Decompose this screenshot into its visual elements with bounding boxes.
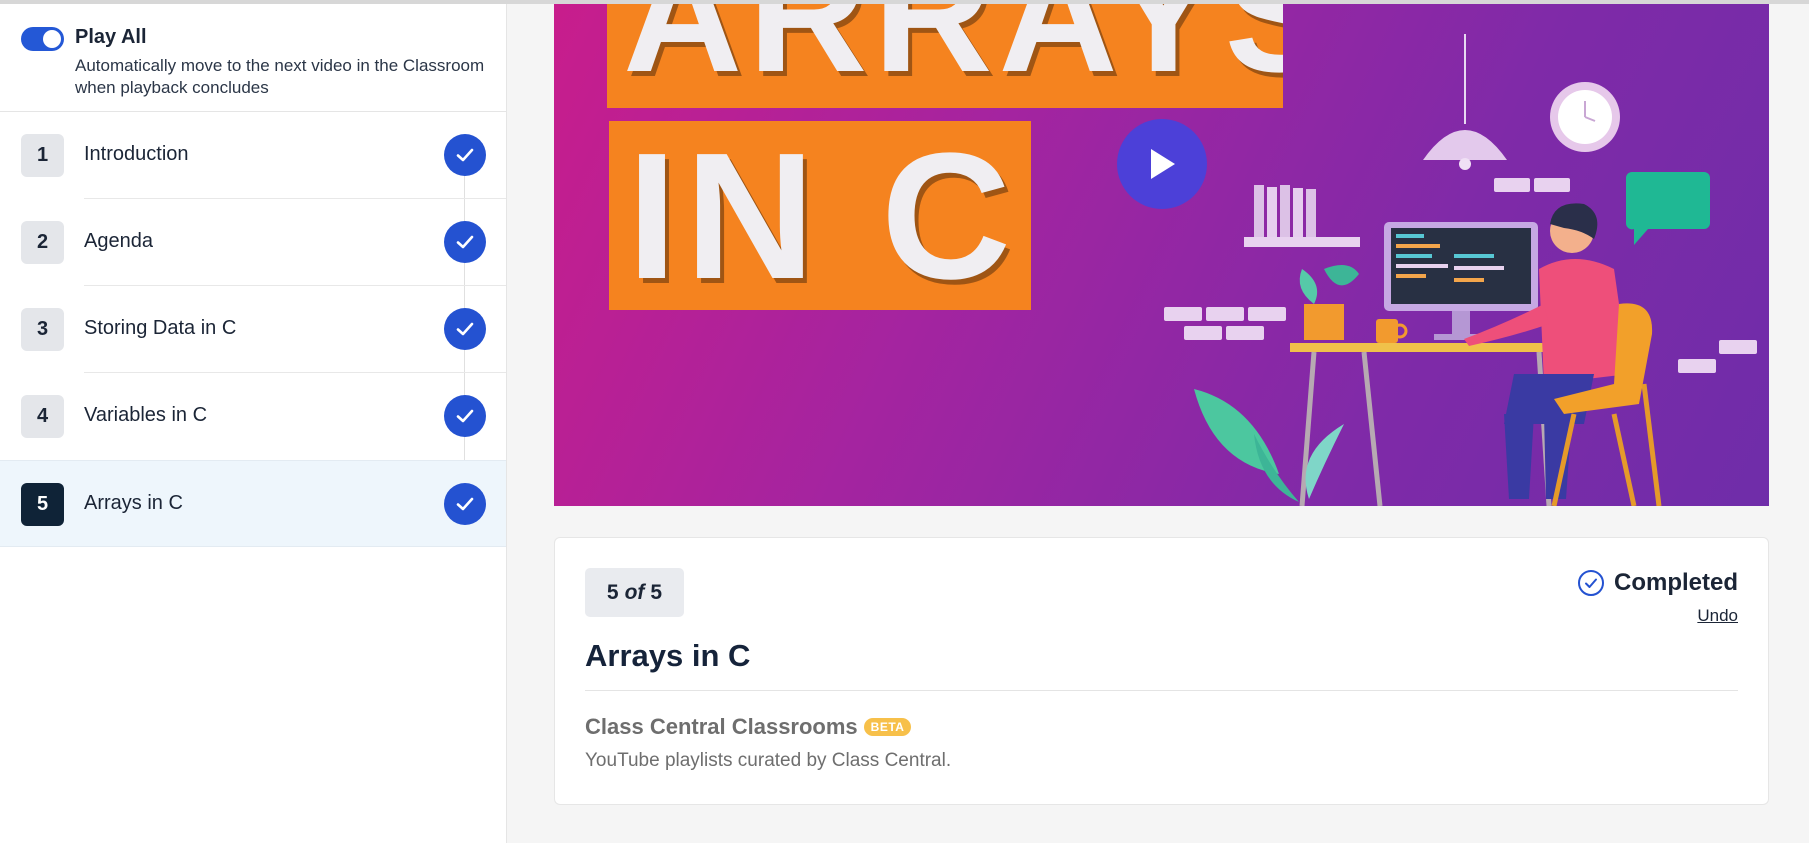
play-icon <box>1151 149 1175 179</box>
source-description: YouTube playlists curated by Class Centr… <box>585 750 952 771</box>
item-label: Variables in C <box>84 404 208 426</box>
item-number: 3 <box>21 308 64 351</box>
toggle-knob <box>43 30 61 48</box>
check-circle-icon <box>1577 570 1604 596</box>
item-label: Agenda <box>84 230 153 252</box>
play-all-toggle[interactable] <box>21 27 64 51</box>
playlist-item-3[interactable]: 3 Storing Data in C <box>0 286 506 373</box>
completed-status: Completed <box>1577 569 1738 597</box>
video-title: Arrays in C <box>585 638 751 673</box>
position-current: 5 <box>606 580 619 604</box>
item-number: 2 <box>21 221 64 264</box>
item-label: Storing Data in C <box>84 317 237 339</box>
play-all-title: Play All <box>75 26 147 48</box>
undo-link[interactable]: Undo <box>1697 606 1738 626</box>
source-name: Class Central Classrooms <box>585 714 858 739</box>
playlist-item-2[interactable]: 2 Agenda <box>0 199 506 286</box>
check-icon[interactable] <box>444 395 486 437</box>
check-icon[interactable] <box>444 221 486 263</box>
completed-label: Completed <box>1613 569 1738 596</box>
playlist-sidebar: Play All Automatically move to the next … <box>0 4 507 843</box>
playlist-item-5[interactable]: 5 Arrays in C <box>0 460 506 547</box>
play-button[interactable] <box>1117 119 1207 209</box>
beta-badge: BETA <box>863 718 912 736</box>
playlist-item-4[interactable]: 4 Variables in C <box>0 373 506 460</box>
developer-desk-illustration <box>1164 34 1757 506</box>
check-icon[interactable] <box>444 308 486 350</box>
position-total: 5 <box>650 580 663 604</box>
video-info-card: 5 of 5 Completed Undo Arrays in C Class … <box>554 537 1769 805</box>
item-label: Arrays in C <box>84 492 183 514</box>
video-player-thumbnail[interactable]: ARRAYS IN C <box>554 4 1769 506</box>
card-divider <box>585 690 1738 691</box>
playlist-item-1[interactable]: 1 Introduction <box>0 112 506 199</box>
play-all-section: Play All Automatically move to the next … <box>0 4 506 112</box>
item-number: 5 <box>21 483 64 526</box>
video-position-badge: 5 of 5 <box>585 568 684 617</box>
position-of: of <box>624 580 645 604</box>
play-all-description: Automatically move to the next video in … <box>75 56 485 97</box>
check-icon[interactable] <box>444 483 486 525</box>
item-number: 4 <box>21 395 64 438</box>
check-icon[interactable] <box>444 134 486 176</box>
classroom-source: Class Central Classrooms BETA <box>585 714 912 740</box>
item-label: Introduction <box>84 143 189 165</box>
item-number: 1 <box>21 134 64 177</box>
